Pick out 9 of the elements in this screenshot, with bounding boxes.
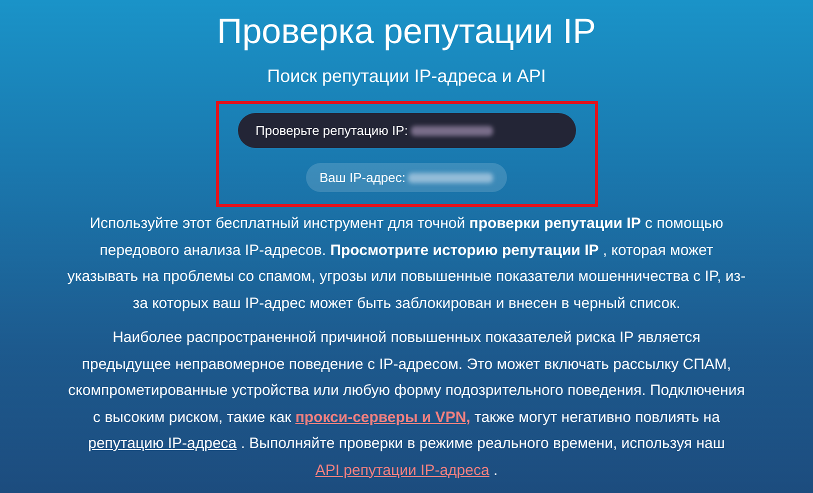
ip-check-label: Проверьте репутацию IP: (256, 123, 408, 138)
paragraph: Наиболее распространенной причиной повышенных показателей риска IP является предыдущее неправомерное поведение с IP-адресом. Это может включать рассылку СПАМ, скомпрометированные устройства или любую форму подозрительного поведения. Подключения с высоким риском, такие как прокси-серверы и VPN, также могут негативно повлиять на репутацию IP-адреса . Выполняйте проверки в режиме реального времени, используя наш API репутации IP-адреса . (67, 328, 746, 480)
page-subtitle: Поиск репутации IP-адреса и API (267, 66, 546, 87)
text-link[interactable]: прокси-серверы и VPN, (295, 408, 470, 426)
your-ip-label: Ваш IP-адрес: (320, 170, 406, 185)
page-title: Проверка репутации IP (217, 12, 596, 52)
paragraph: Используйте этот бесплатный инструмент для точной проверки репутации IP с помощью передового анализа IP-адресов. Просмотрите историю репутации IP, которая может указывать на проблемы со спамом, угрозы или повышенные показатели мошенничества с IP, из-за которых ваш IP-адрес может быть заблокирован и внесен в черный список. (66, 214, 746, 314)
text-link[interactable]: репутацию IP-адреса (88, 435, 237, 452)
text-link[interactable]: API репутации IP-адреса (315, 462, 490, 478)
